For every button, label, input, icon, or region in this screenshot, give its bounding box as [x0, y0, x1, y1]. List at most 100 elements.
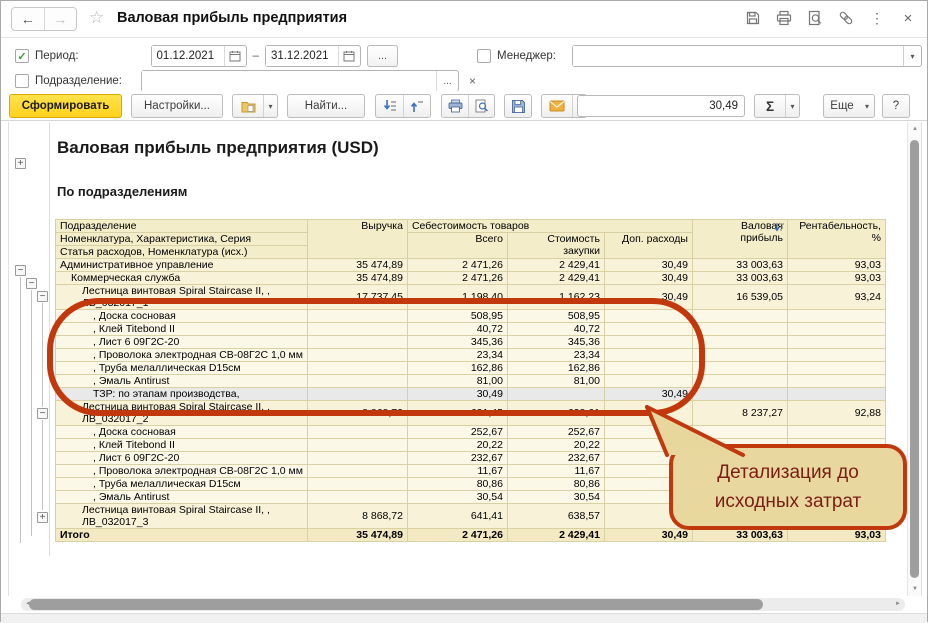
header-cost-extra[interactable]: Доп. расходы [603, 232, 693, 259]
cell-value[interactable]: 232,67 [406, 451, 508, 465]
period-checkbox[interactable]: ✓ [15, 49, 29, 63]
cell-value[interactable]: 2 429,41 [506, 271, 605, 285]
header-cost-total[interactable]: Всего [406, 232, 508, 259]
cell-value[interactable]: 8 868,72 [306, 400, 408, 426]
cell-value[interactable] [603, 322, 693, 336]
cell-value[interactable]: 40,72 [406, 322, 508, 336]
group-expand-staircase3[interactable]: + [37, 512, 48, 523]
header-margin[interactable]: Рентабельность, % [786, 219, 886, 259]
cell-value[interactable]: 162,86 [406, 361, 508, 375]
group-collapse-staircase1[interactable]: − [37, 291, 48, 302]
cell-value[interactable]: 1 162,23 [506, 284, 605, 310]
cell-value[interactable]: 80,86 [506, 477, 605, 491]
preview-icon[interactable] [806, 9, 824, 27]
cell-value[interactable] [786, 425, 886, 439]
cell-value[interactable]: 93,03 [786, 271, 886, 285]
cell-value[interactable] [306, 374, 408, 388]
horizontal-scrollbar-thumb[interactable] [29, 599, 763, 610]
sort-desc-icon[interactable] [774, 222, 785, 233]
cell-value[interactable]: 11,67 [506, 464, 605, 478]
cell-name[interactable]: , Труба мелаллическая D15см [55, 477, 308, 491]
cell-value[interactable]: 162,86 [506, 361, 605, 375]
cell-value[interactable]: 81,00 [506, 374, 605, 388]
cell-name[interactable]: , Эмаль Antirust [55, 490, 308, 504]
cell-value[interactable]: 252,67 [406, 425, 508, 439]
cell-name[interactable]: Лестница винтовая Spiral Staircase II, ,… [55, 400, 308, 426]
period-more-button[interactable]: ... [366, 45, 399, 67]
header-revenue[interactable]: Выручка [306, 219, 408, 259]
header-cost-group[interactable]: Себестоимость товаров [406, 219, 693, 233]
calendar-icon[interactable] [223, 46, 246, 66]
autosum-field[interactable] [577, 95, 745, 117]
cell-name[interactable]: , Доска сосновая [55, 425, 308, 439]
close-icon[interactable]: × [899, 9, 917, 27]
cell-value[interactable]: 30,49 [603, 284, 693, 310]
cell-value[interactable]: 23,34 [406, 348, 508, 362]
menu-kebab-icon[interactable]: ⋮ [868, 9, 886, 27]
cell-value[interactable]: 30,49 [603, 271, 693, 285]
cell-value[interactable]: 628,61 [506, 400, 605, 426]
cell-value[interactable] [306, 309, 408, 323]
cell-name[interactable]: , Клей Titebond II [55, 438, 308, 452]
cell-value[interactable]: 641,41 [406, 503, 508, 529]
help-button[interactable]: ? [882, 94, 910, 118]
cell-value[interactable]: 638,57 [506, 503, 605, 529]
cell-value[interactable]: 2 429,41 [506, 528, 605, 542]
print-preview-button[interactable] [468, 95, 494, 117]
cell-name[interactable]: , Труба мелаллическая D15см [55, 361, 308, 375]
cell-value[interactable] [691, 348, 788, 362]
cell-value[interactable]: 35 474,89 [306, 258, 408, 272]
cell-value[interactable] [691, 309, 788, 323]
print-button[interactable] [442, 95, 468, 117]
cell-value[interactable]: 232,67 [506, 451, 605, 465]
period-from-input[interactable] [151, 46, 224, 66]
link-icon[interactable] [837, 9, 855, 27]
cell-value[interactable]: 8 237,27 [691, 400, 788, 426]
cell-value[interactable] [691, 322, 788, 336]
cell-name[interactable]: Лестница винтовая Spiral Staircase II, ,… [55, 284, 308, 310]
cell-value[interactable] [306, 438, 408, 452]
cell-value[interactable] [306, 490, 408, 504]
scroll-down-icon[interactable]: ▼ [908, 586, 921, 592]
cell-value[interactable]: 80,86 [406, 477, 508, 491]
cell-value[interactable] [603, 335, 693, 349]
cell-value[interactable] [603, 400, 693, 426]
cell-value[interactable]: 35 474,89 [306, 271, 408, 285]
header-gross-profit[interactable]: Валовая прибыль [691, 219, 788, 259]
cell-value[interactable]: 11,67 [406, 464, 508, 478]
cell-value[interactable]: 1 198,40 [406, 284, 508, 310]
scroll-up-icon[interactable]: ▲ [908, 126, 921, 132]
report-variants-button[interactable]: ▾ [232, 94, 278, 118]
generate-button[interactable]: Сформировать [9, 94, 122, 118]
cell-value[interactable] [306, 464, 408, 478]
department-input[interactable] [142, 71, 436, 91]
cell-value[interactable]: 30,54 [506, 490, 605, 504]
cell-value[interactable]: 2 429,41 [506, 258, 605, 272]
cell-value[interactable]: 345,36 [506, 335, 605, 349]
manager-input[interactable] [573, 46, 903, 66]
find-button[interactable]: Найти... [287, 94, 365, 118]
save-result-button[interactable] [504, 94, 532, 118]
cell-value[interactable] [691, 374, 788, 388]
cell-name[interactable]: , Эмаль Antirust [55, 374, 308, 388]
cell-value[interactable]: 8 868,72 [306, 503, 408, 529]
cell-value[interactable]: 17 737,45 [306, 284, 408, 310]
favorite-star-icon[interactable]: ☆ [89, 8, 104, 28]
cell-name[interactable]: Административное управление [55, 258, 308, 272]
cell-name[interactable]: ТЗР: по этапам производства, [55, 387, 308, 401]
cell-value[interactable] [786, 348, 886, 362]
collapse-groups-button[interactable] [403, 95, 430, 117]
cell-value[interactable]: 2 471,26 [406, 258, 508, 272]
cell-value[interactable] [691, 425, 788, 439]
cell-value[interactable] [306, 348, 408, 362]
cell-name[interactable]: , Лист 6 09Г2С-20 [55, 335, 308, 349]
cell-value[interactable]: 30,49 [603, 528, 693, 542]
report-group-expander[interactable]: + [15, 158, 26, 169]
cell-value[interactable] [691, 335, 788, 349]
department-checkbox[interactable] [15, 74, 29, 88]
group-collapse-admin[interactable]: − [15, 265, 26, 276]
cell-value[interactable]: 2 471,26 [406, 271, 508, 285]
print-icon[interactable] [775, 9, 793, 27]
chevron-down-icon[interactable]: ▾ [903, 46, 921, 66]
cell-value[interactable]: 252,67 [506, 425, 605, 439]
